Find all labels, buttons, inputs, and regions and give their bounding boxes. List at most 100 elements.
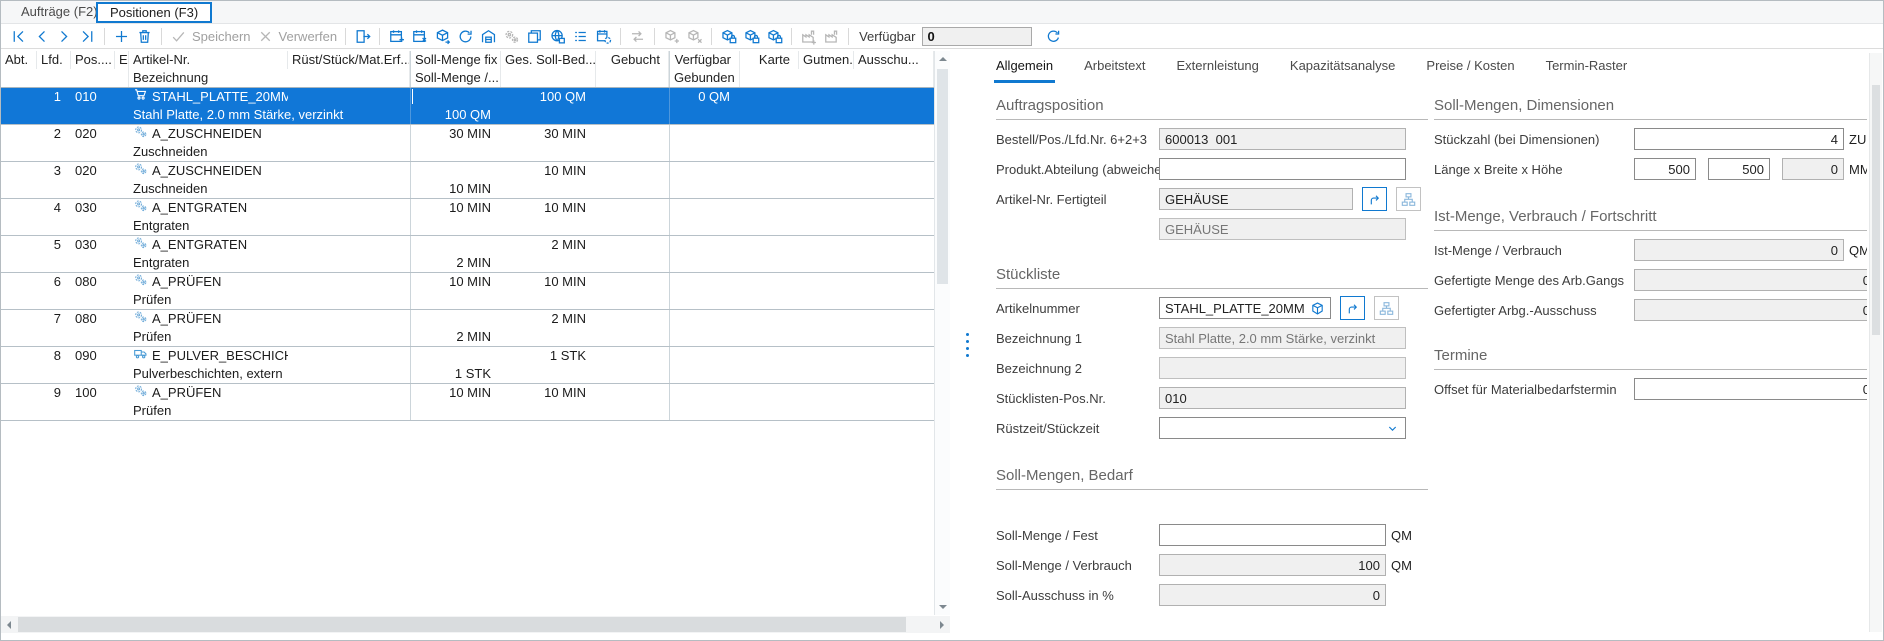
- column-header-spacer: [596, 69, 669, 87]
- column-header[interactable]: Soll-Menge fix: [410, 51, 501, 69]
- tab-allgemein[interactable]: Allgemein: [994, 53, 1055, 83]
- table-row[interactable]: 4030A_ENTGRATEN10 MIN10 MINEntgraten: [1, 199, 934, 236]
- org-button[interactable]: [1396, 187, 1421, 211]
- field-r-stzeit-st-ckzeit[interactable]: [1159, 417, 1406, 439]
- warehouse-button[interactable]: [480, 28, 497, 45]
- gears-icon: [133, 310, 148, 324]
- column-header[interactable]: Artikel-Nr.: [129, 51, 288, 69]
- chevron-down-icon[interactable]: [1385, 421, 1400, 436]
- transfer-button[interactable]: [354, 28, 371, 45]
- tab-preise-kosten[interactable]: Preise / Kosten: [1424, 53, 1516, 83]
- table-row[interactable]: 8090E_PULVER_BESCHICH...1 STKPulverbesch…: [1, 347, 934, 384]
- doc-tab-auftraege[interactable]: Aufträge (F2): [9, 2, 110, 23]
- table-row[interactable]: 6080A_PRÜFEN10 MIN10 MINPrüfen: [1, 273, 934, 310]
- nav-next-button[interactable]: [56, 28, 73, 45]
- box-x-button[interactable]: [686, 28, 703, 45]
- refresh-button[interactable]: [1045, 28, 1062, 45]
- section-title: Stückliste: [996, 266, 1428, 289]
- column-header[interactable]: Karte: [740, 51, 799, 69]
- cell-spacer: [1, 328, 129, 346]
- refresh-icon: [1045, 28, 1062, 45]
- calendar-gear-button[interactable]: [595, 28, 612, 45]
- nav-prev-button[interactable]: [33, 28, 50, 45]
- table-row[interactable]: 3020A_ZUSCHNEIDEN10 MINZuschneiden10 MIN: [1, 162, 934, 199]
- table-row[interactable]: 9100A_PRÜFEN10 MIN10 MINPrüfen: [1, 384, 934, 421]
- jump-button[interactable]: [1362, 187, 1387, 211]
- field-row: Soll-Menge / FestQM: [996, 524, 1428, 546]
- globe-box-button[interactable]: [549, 28, 566, 45]
- cell-karte: [740, 347, 799, 365]
- column-header[interactable]: Gebucht: [596, 51, 669, 69]
- column-header[interactable]: Rüst/Stück/Mat.Erf...: [288, 51, 410, 69]
- field-st-ckzahl-bei-dimensionen[interactable]: 4: [1634, 128, 1844, 150]
- cell-gebucht: [596, 162, 669, 180]
- column-header[interactable]: E: [115, 51, 129, 69]
- table-row[interactable]: 2020A_ZUSCHNEIDEN30 MIN30 MINZuschneiden: [1, 125, 934, 162]
- table-row[interactable]: 1010STAHL_PLATTE_20MM100 QM0 QMStahl Pla…: [1, 88, 934, 125]
- tab-externleistung[interactable]: Externleistung: [1175, 53, 1261, 83]
- doc-tab-positionen[interactable]: Positionen (F3): [96, 2, 212, 23]
- field-soll-menge-fest[interactable]: [1159, 524, 1386, 546]
- dimension-input[interactable]: 500: [1708, 158, 1770, 180]
- list-details-button[interactable]: [572, 28, 589, 45]
- trash-button[interactable]: [136, 28, 153, 45]
- pane-splitter[interactable]: [950, 49, 986, 640]
- column-header[interactable]: Gutmen...: [799, 51, 854, 69]
- tab-termin-raster[interactable]: Termin-Raster: [1544, 53, 1630, 83]
- toolbar-separator: [791, 28, 792, 45]
- horizontal-scroll-thumb[interactable]: [18, 617, 906, 632]
- panel-scrollbar[interactable]: [1869, 53, 1882, 632]
- verfuegbar-input[interactable]: 0: [922, 27, 1032, 46]
- column-header[interactable]: Ausschu...: [854, 51, 934, 69]
- column-header[interactable]: Ges. Soll-Bed...: [501, 51, 596, 69]
- copy-sheets-button[interactable]: [526, 28, 543, 45]
- column-header[interactable]: Abt.: [1, 51, 37, 69]
- box-lock-button[interactable]: [743, 28, 760, 45]
- box-arrow-button[interactable]: [434, 28, 451, 45]
- box-lock-button[interactable]: [720, 28, 737, 45]
- cell-pos: 020: [71, 125, 115, 143]
- grid-vertical-scrollbar[interactable]: [934, 51, 950, 615]
- tab-arbeitstext[interactable]: Arbeitstext: [1082, 53, 1147, 83]
- column-header[interactable]: Lfd.: [37, 51, 71, 69]
- cross-button[interactable]: Verwerfen: [257, 28, 338, 45]
- swap-button[interactable]: [629, 28, 646, 45]
- nav-first-button[interactable]: [10, 28, 27, 45]
- scroll-up-icon[interactable]: [935, 51, 951, 67]
- jump-button[interactable]: [1340, 296, 1365, 320]
- grid-horizontal-scrollbar[interactable]: [1, 616, 950, 633]
- calendar-plus-button[interactable]: [388, 28, 405, 45]
- table-row[interactable]: 7080A_PRÜFEN2 MINPrüfen2 MIN: [1, 310, 934, 347]
- plus-button[interactable]: [113, 28, 130, 45]
- scroll-right-icon[interactable]: [934, 616, 950, 633]
- panel-scroll-thumb[interactable]: [1872, 85, 1880, 335]
- gears-button[interactable]: [503, 28, 520, 45]
- box-plus-button[interactable]: [663, 28, 680, 45]
- field-offset-f-r-materialbedarfstermin[interactable]: 0: [1634, 378, 1867, 400]
- factory-button[interactable]: [823, 28, 840, 45]
- calendar-x-button[interactable]: [411, 28, 428, 45]
- tab-kapazit-tsanalyse[interactable]: Kapazitätsanalyse: [1288, 53, 1398, 83]
- refresh-gear-button[interactable]: [457, 28, 474, 45]
- org-button[interactable]: [1374, 296, 1399, 320]
- box-lock-button[interactable]: [766, 28, 783, 45]
- cell-soll-menge-fix: 10 MIN: [410, 273, 501, 291]
- cell-spacer: [669, 328, 740, 346]
- scroll-down-icon[interactable]: [935, 599, 951, 615]
- cell-ruest: [288, 199, 410, 217]
- cell-soll-menge-fix: 30 MIN: [410, 125, 501, 143]
- dimension-input[interactable]: 500: [1634, 158, 1696, 180]
- table-row[interactable]: 5030A_ENTGRATEN2 MINEntgraten2 MIN: [1, 236, 934, 273]
- column-header[interactable]: Pos....: [71, 51, 115, 69]
- field-artikelnummer[interactable]: STAHL_PLATTE_20MM: [1159, 297, 1331, 319]
- scroll-left-icon[interactable]: [1, 616, 17, 633]
- check-button[interactable]: Speichern: [170, 28, 251, 45]
- field-produkt-abteilung-abweichend[interactable]: [1159, 158, 1406, 180]
- cell-bezeichnung: Prüfen: [129, 291, 410, 309]
- vertical-scroll-thumb[interactable]: [937, 69, 948, 284]
- nav-last-button[interactable]: [79, 28, 96, 45]
- factory-plus-button[interactable]: [800, 28, 817, 45]
- column-header[interactable]: Verfügbar: [669, 51, 740, 69]
- artikel-nr: STAHL_PLATTE_20MM: [152, 88, 288, 106]
- transfer-icon: [354, 28, 371, 45]
